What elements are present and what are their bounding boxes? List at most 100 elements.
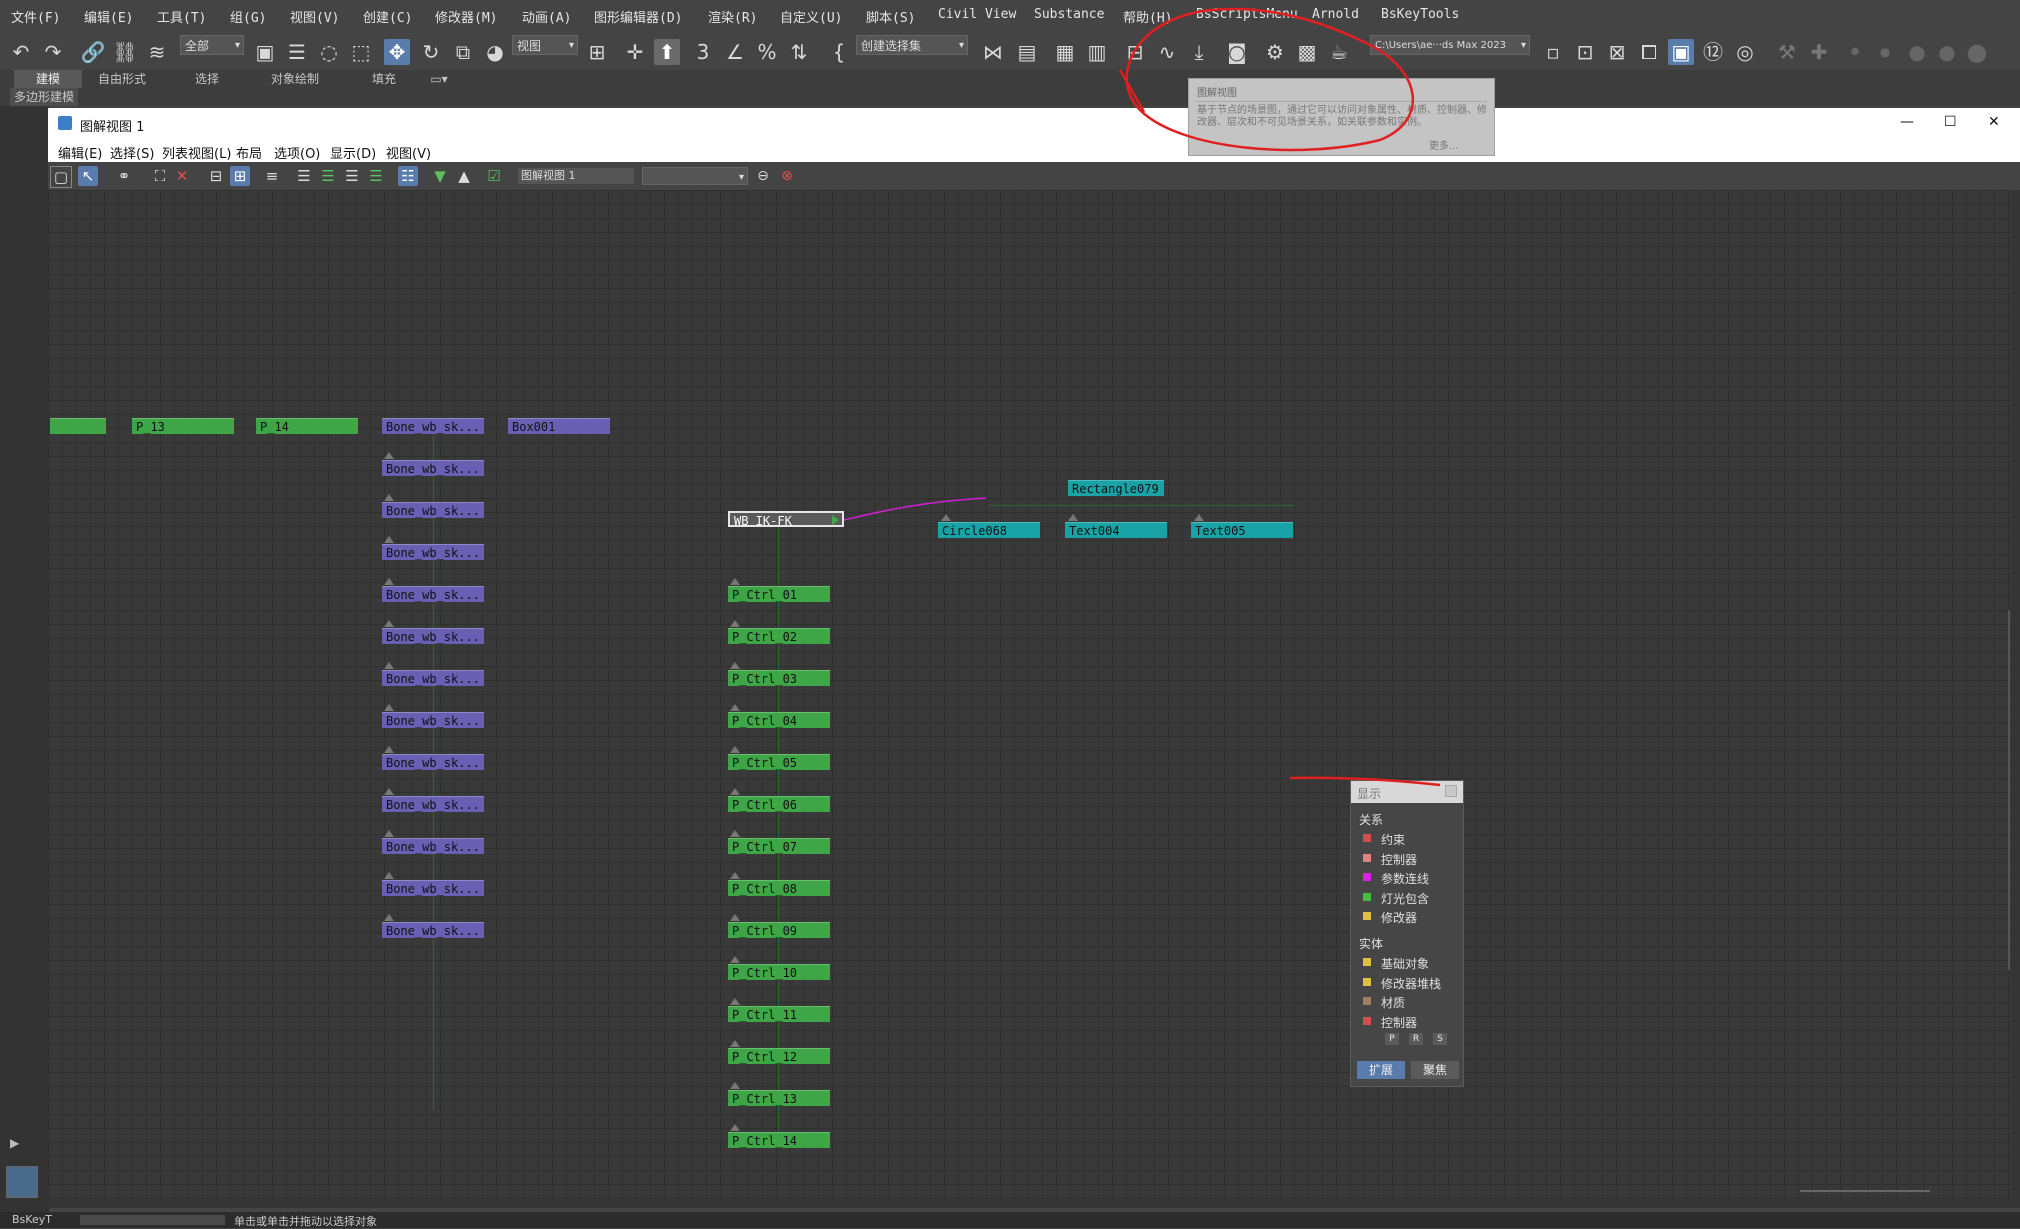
unlink-selected-icon[interactable]: ⛶	[150, 166, 170, 186]
node-p-ctrl[interactable]: P_Ctrl_08	[728, 880, 830, 896]
schem-menu-select[interactable]: 选择(S)	[110, 143, 154, 162]
relation-checkbox[interactable]	[1363, 892, 1371, 901]
expand-button[interactable]: 扩展	[1357, 1061, 1405, 1079]
relation-checkbox[interactable]	[1363, 873, 1371, 881]
hierarchy-icon[interactable]: ⊡	[1572, 39, 1598, 65]
select-manipulate-icon[interactable]: ✛	[622, 39, 648, 65]
menu-animation[interactable]: 动画(A)	[522, 7, 571, 26]
redo-icon[interactable]: ↷	[40, 39, 66, 65]
relation-checkbox[interactable]	[1363, 853, 1371, 862]
scene-explorer-icon[interactable]: ▦	[1052, 39, 1078, 65]
node-p12[interactable]	[50, 418, 106, 434]
play-icon[interactable]: ▶	[10, 1136, 19, 1150]
select-by-name-icon[interactable]: ☰	[284, 39, 310, 65]
node-bone[interactable]: Bone_wb_sk...	[382, 712, 484, 728]
ribbon-tab-freeform[interactable]: 自由形式	[86, 70, 158, 88]
angle-snap-icon[interactable]: ∠	[722, 39, 748, 65]
delete-icon[interactable]: ✕	[172, 166, 192, 186]
node-p-ctrl[interactable]: P_Ctrl_03	[728, 670, 830, 686]
selection-filter-dropdown[interactable]: 全部	[180, 35, 244, 56]
ribbon-options-icon[interactable]: ▭▾	[424, 70, 454, 88]
expand-down-icon[interactable]: ▼	[430, 166, 450, 186]
node-bone[interactable]: Bone_wb_sk...	[382, 586, 484, 602]
node-p13[interactable]: P_13	[132, 418, 234, 434]
scale-icon[interactable]: ⧉	[450, 39, 476, 65]
node-circle068[interactable]: Circle068	[938, 522, 1040, 538]
move-icon[interactable]: ✥	[384, 39, 410, 65]
remove-bookmark-icon[interactable]: ⊗	[777, 166, 797, 186]
display-floater-icon[interactable]: ▢	[50, 166, 72, 188]
unlink-icon[interactable]: ⛓	[112, 39, 138, 65]
menu-scripting[interactable]: 脚本(S)	[866, 7, 915, 26]
node-p-ctrl[interactable]: P_Ctrl_10	[728, 964, 830, 980]
isolate-icon[interactable]: ▣	[1668, 39, 1694, 65]
keyboard-shortcut-toggle-icon[interactable]: ⬆	[654, 39, 680, 65]
zoom-bookmark-icon[interactable]: ⊖	[753, 166, 773, 186]
menu-rendering[interactable]: 渲染(R)	[708, 7, 757, 26]
menu-edit[interactable]: 编辑(E)	[84, 7, 133, 26]
ref-coord-dropdown[interactable]: 视图	[512, 35, 578, 56]
ribbon-subtab-poly[interactable]: 多边形建模	[10, 88, 78, 106]
refresh-icon[interactable]: ◎	[1732, 39, 1758, 65]
schem-menu-list-views[interactable]: 列表视图(L)	[162, 143, 231, 162]
schem-menu-edit[interactable]: 编辑(E)	[58, 143, 102, 162]
node-p-ctrl[interactable]: P_Ctrl_12	[728, 1048, 830, 1064]
horizontal-scrollbar[interactable]	[1800, 1190, 1930, 1192]
schematic-canvas[interactable]: P_13 P_14 Bone_wb_sk... Box001 Bone_wb_s…	[48, 190, 2011, 1200]
open-explorer-icon[interactable]: ▫	[1540, 39, 1566, 65]
menu-modifiers[interactable]: 修改器(M)	[435, 7, 497, 26]
references-mode-icon[interactable]: ⊞	[230, 166, 250, 186]
node-p14[interactable]: P_14	[256, 418, 358, 434]
focus-button[interactable]: 聚焦	[1411, 1061, 1459, 1079]
node-bone[interactable]: Bone_wb_sk...	[382, 922, 484, 938]
connect-icon[interactable]: ⚭	[114, 166, 134, 186]
node-p-ctrl[interactable]: P_Ctrl_07	[728, 838, 830, 854]
node-bone[interactable]: Bone_wb_sk...	[382, 544, 484, 560]
placement-icon[interactable]: ◕	[482, 39, 508, 65]
align-center-icon[interactable]: ☰	[318, 166, 338, 186]
menu-views[interactable]: 视图(V)	[290, 7, 339, 26]
collapse-up-icon[interactable]: ▲	[454, 166, 474, 186]
named-selection-dropdown[interactable]: 创建选择集	[856, 35, 968, 56]
maximize-button[interactable]: ☐	[1944, 114, 1957, 130]
menu-civil-view[interactable]: Civil View	[938, 7, 1016, 22]
select-mode-icon[interactable]: ↖	[78, 166, 98, 186]
always-arrange-icon[interactable]: ☑	[484, 166, 504, 186]
ribbon-tab-modeling[interactable]: 建模	[14, 70, 82, 88]
node-p-ctrl[interactable]: P_Ctrl_02	[728, 628, 830, 644]
snaps-toggle-icon[interactable]: 3	[690, 39, 716, 65]
entity-checkbox[interactable]	[1363, 958, 1371, 966]
list-view-icon[interactable]: ☷	[398, 166, 418, 186]
view-name-field[interactable]: 图解视图 1	[518, 168, 634, 184]
relation-checkbox[interactable]	[1363, 912, 1371, 920]
hide-icon[interactable]: ≡	[262, 166, 282, 186]
undo-icon[interactable]: ↶	[8, 39, 34, 65]
node-bone[interactable]: Bone_wb_sk...	[382, 796, 484, 812]
node-p-ctrl[interactable]: P_Ctrl_14	[728, 1132, 830, 1148]
node-wb-ik-fk[interactable]: WB_IK-FK	[728, 511, 844, 527]
rotate-icon[interactable]: ↻	[418, 39, 444, 65]
node-box001[interactable]: Box001	[508, 418, 610, 434]
node-p-ctrl[interactable]: P_Ctrl_01	[728, 586, 830, 602]
schem-menu-layout[interactable]: 布局	[236, 143, 262, 162]
node-bone[interactable]: Bone_wb_sk...	[382, 880, 484, 896]
node-p-ctrl[interactable]: P_Ctrl_09	[728, 922, 830, 938]
node-text004[interactable]: Text004	[1065, 522, 1167, 538]
align-icon[interactable]: ▤	[1014, 39, 1040, 65]
menu-tools[interactable]: 工具(T)	[157, 7, 206, 26]
vertical-scrollbar[interactable]	[2008, 610, 2010, 970]
pivot-center-icon[interactable]: ⊞	[584, 39, 610, 65]
node-bone[interactable]: Bone_wb_sk...	[382, 628, 484, 644]
link-icon[interactable]: 🔗	[80, 39, 106, 65]
ribbon-tab-selection[interactable]: 选择	[176, 70, 238, 88]
node-p-ctrl[interactable]: P_Ctrl_13	[728, 1090, 830, 1106]
align-right-icon[interactable]: ☰	[342, 166, 362, 186]
status-input-field[interactable]	[80, 1215, 225, 1225]
schem-menu-view[interactable]: 视图(V)	[386, 143, 431, 162]
node-bone-root[interactable]: Bone_wb_sk...	[382, 418, 484, 434]
bookmark-dropdown[interactable]	[642, 167, 748, 188]
spinner-snap-icon[interactable]: ⇅	[786, 39, 812, 65]
node-text005[interactable]: Text005	[1191, 522, 1293, 538]
percent-snap-icon[interactable]: %	[754, 39, 780, 65]
select-object-icon[interactable]: ▣	[252, 39, 278, 65]
